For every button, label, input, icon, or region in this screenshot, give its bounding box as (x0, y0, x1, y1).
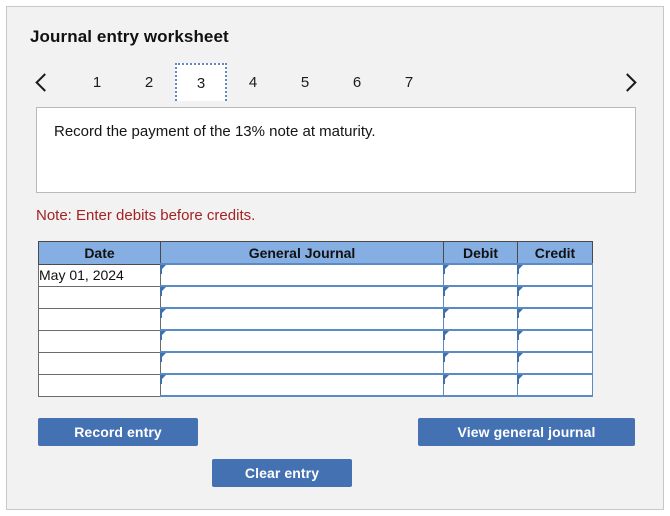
table-header-row: Date General Journal Debit Credit (38, 241, 593, 265)
worksheet-pager: 1 2 3 4 5 6 7 (29, 63, 643, 101)
cell-date-2[interactable] (38, 285, 161, 309)
journal-entry-worksheet-panel: Journal entry worksheet 1 2 3 4 5 6 7 Re… (6, 6, 664, 510)
cell-debit-5[interactable] (443, 351, 518, 375)
cell-journal-5[interactable] (160, 351, 444, 375)
page-title: Journal entry worksheet (30, 27, 229, 46)
cell-marker-icon (517, 287, 523, 296)
cell-date-6[interactable] (38, 373, 161, 397)
chevron-left-glyph (35, 72, 54, 92)
pager-tab-2[interactable]: 2 (123, 63, 175, 101)
table-row (38, 285, 593, 309)
pager-tab-1[interactable]: 1 (71, 63, 123, 101)
cell-credit-2[interactable] (517, 285, 593, 309)
cell-debit-1[interactable] (443, 263, 518, 287)
cell-date-4[interactable] (38, 329, 161, 353)
cell-marker-icon (443, 287, 449, 296)
table-row (38, 307, 593, 331)
cell-marker-icon (443, 353, 449, 362)
cell-journal-4[interactable] (160, 329, 444, 353)
cell-credit-6[interactable] (517, 373, 593, 397)
column-header-debit: Debit (443, 241, 518, 265)
cell-marker-icon (443, 265, 449, 274)
cell-debit-2[interactable] (443, 285, 518, 309)
cell-journal-3[interactable] (160, 307, 444, 331)
cell-marker-icon (517, 265, 523, 274)
table-row (38, 329, 593, 353)
column-header-date: Date (38, 241, 161, 265)
pager-tab-list: 1 2 3 4 5 6 7 (71, 63, 435, 101)
cell-debit-6[interactable] (443, 373, 518, 397)
cell-credit-3[interactable] (517, 307, 593, 331)
record-entry-button[interactable]: Record entry (38, 418, 198, 446)
note-text: Note: Enter debits before credits. (36, 207, 256, 224)
cell-marker-icon (517, 331, 523, 340)
table-row (38, 373, 593, 397)
chevron-left-icon[interactable] (29, 63, 57, 101)
general-journal-table: Date General Journal Debit Credit May 01… (38, 241, 593, 397)
chevron-right-icon[interactable] (615, 63, 643, 101)
cell-marker-icon (160, 375, 166, 384)
cell-marker-icon (517, 309, 523, 318)
cell-credit-1[interactable] (517, 263, 593, 287)
pager-tab-3[interactable]: 3 (175, 63, 227, 101)
question-box: Record the payment of the 13% note at ma… (36, 107, 636, 193)
clear-entry-button[interactable]: Clear entry (212, 459, 352, 487)
cell-marker-icon (160, 265, 166, 274)
table-row (38, 351, 593, 375)
cell-credit-5[interactable] (517, 351, 593, 375)
pager-tab-5[interactable]: 5 (279, 63, 331, 101)
cell-date-5[interactable] (38, 351, 161, 375)
column-header-credit: Credit (517, 241, 593, 265)
cell-marker-icon (443, 331, 449, 340)
cell-marker-icon (443, 375, 449, 384)
cell-marker-icon (160, 353, 166, 362)
pager-tab-4[interactable]: 4 (227, 63, 279, 101)
cell-debit-3[interactable] (443, 307, 518, 331)
cell-debit-4[interactable] (443, 329, 518, 353)
chevron-right-glyph (618, 72, 637, 92)
cell-marker-icon (160, 287, 166, 296)
cell-marker-icon (160, 331, 166, 340)
cell-marker-icon (517, 353, 523, 362)
cell-marker-icon (160, 309, 166, 318)
table-row: May 01, 2024 (38, 263, 593, 287)
cell-journal-6[interactable] (160, 373, 444, 397)
pager-tab-7[interactable]: 7 (383, 63, 435, 101)
cell-marker-icon (517, 375, 523, 384)
view-general-journal-button[interactable]: View general journal (418, 418, 635, 446)
cell-marker-icon (443, 309, 449, 318)
cell-journal-2[interactable] (160, 285, 444, 309)
question-text: Record the payment of the 13% note at ma… (54, 123, 376, 140)
cell-date-3[interactable] (38, 307, 161, 331)
cell-credit-4[interactable] (517, 329, 593, 353)
column-header-general-journal: General Journal (160, 241, 444, 265)
cell-journal-1[interactable] (160, 263, 444, 287)
cell-date-1[interactable]: May 01, 2024 (38, 263, 161, 287)
pager-tab-6[interactable]: 6 (331, 63, 383, 101)
